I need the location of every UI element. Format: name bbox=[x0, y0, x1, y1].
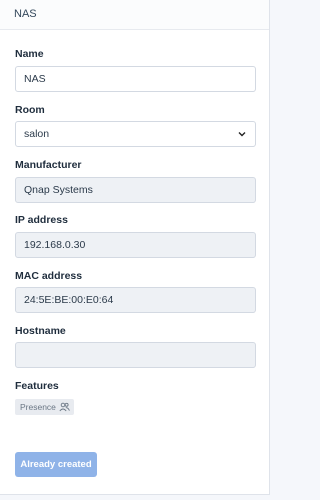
device-title: NAS bbox=[14, 8, 37, 20]
manufacturer-field: Qnap Systems bbox=[15, 177, 256, 203]
manufacturer-label: Manufacturer bbox=[15, 159, 82, 171]
manufacturer-value: Qnap Systems bbox=[24, 184, 93, 196]
feature-badge-label: Presence bbox=[20, 402, 56, 412]
name-input-value: NAS bbox=[24, 73, 46, 85]
room-select[interactable]: salon bbox=[15, 121, 256, 147]
name-label: Name bbox=[15, 48, 44, 60]
ip-label: IP address bbox=[15, 214, 68, 226]
already-created-button[interactable]: Already created bbox=[15, 452, 97, 477]
device-card: NAS Name NAS Room salon Manufacturer Qna… bbox=[0, 0, 270, 495]
ip-field: 192.168.0.30 bbox=[15, 232, 256, 258]
chevron-down-icon bbox=[237, 129, 247, 139]
mac-field: 24:5E:BE:00:E0:64 bbox=[15, 287, 256, 313]
mac-value: 24:5E:BE:00:E0:64 bbox=[24, 294, 114, 306]
feature-badge-presence: Presence bbox=[15, 399, 74, 415]
room-label: Room bbox=[15, 104, 45, 116]
ip-value: 192.168.0.30 bbox=[24, 239, 86, 251]
name-input[interactable]: NAS bbox=[15, 66, 256, 92]
features-label: Features bbox=[15, 380, 59, 392]
card-header: NAS bbox=[0, 0, 269, 30]
users-icon bbox=[59, 402, 70, 412]
mac-label: MAC address bbox=[15, 270, 83, 282]
hostname-label: Hostname bbox=[15, 325, 66, 337]
room-select-value: salon bbox=[24, 128, 50, 140]
hostname-field bbox=[15, 342, 256, 368]
